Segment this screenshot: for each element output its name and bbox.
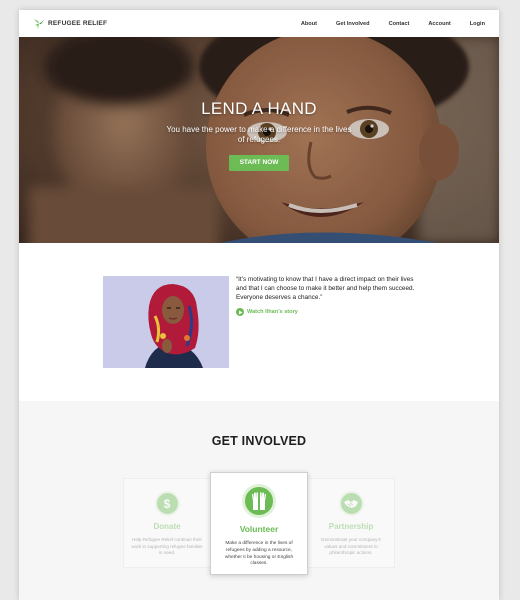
nav-link-contact[interactable]: Contact <box>389 21 410 27</box>
handshake-icon <box>338 491 364 516</box>
volunteer-desc: Make a difference in the lives of refuge… <box>224 541 294 567</box>
donate-title: Donate <box>153 522 181 531</box>
brand-logo[interactable]: REFUGEE RELIEF <box>33 18 107 30</box>
play-icon <box>236 308 244 316</box>
start-now-button[interactable]: START NOW <box>229 155 289 171</box>
nav-links: About Get Involved Contact Account Login <box>282 21 485 27</box>
raised-hands-icon <box>242 484 276 518</box>
hero-title: LEND A HAND <box>201 99 317 118</box>
partnership-title: Partnership <box>328 522 374 531</box>
volunteer-title: Volunteer <box>239 524 279 534</box>
partnership-card[interactable]: Partnership Demonstrate your company’s v… <box>307 478 395 568</box>
nav-link-login[interactable]: Login <box>470 21 485 27</box>
page-frame: REFUGEE RELIEF About Get Involved Contac… <box>19 10 499 600</box>
watch-story-link[interactable]: Watch Ilhan’s story <box>236 308 298 316</box>
volunteer-card[interactable]: Volunteer Make a difference in the lives… <box>210 472 308 575</box>
testimonial-photo <box>103 276 229 368</box>
get-involved-section: GET INVOLVED $ Donate Help Refugee Relie… <box>19 401 499 600</box>
testimonial-quote: “It’s motivating to know that I have a d… <box>236 276 415 301</box>
hero-content: LEND A HAND You have the power to make a… <box>19 99 499 171</box>
top-nav: REFUGEE RELIEF About Get Involved Contac… <box>19 10 499 37</box>
leaf-logo-icon <box>34 18 44 29</box>
partnership-desc: Demonstrate your company’s values and co… <box>321 537 381 555</box>
hero-banner: LEND A HAND You have the power to make a… <box>19 37 499 243</box>
svg-text:$: $ <box>164 497 171 511</box>
dollar-icon: $ <box>154 491 180 516</box>
hero-subtitle: You have the power to make a difference … <box>166 125 352 144</box>
watch-story-label: Watch Ilhan’s story <box>247 309 298 315</box>
nav-link-get-involved[interactable]: Get Involved <box>336 21 370 27</box>
nav-link-about[interactable]: About <box>301 21 317 27</box>
brand-name: REFUGEE RELIEF <box>48 20 108 27</box>
donate-card[interactable]: $ Donate Help Refugee Relief continue th… <box>123 478 211 568</box>
testimonial-section: “It’s motivating to know that I have a d… <box>19 243 499 401</box>
nav-link-account[interactable]: Account <box>428 21 450 27</box>
donate-desc: Help Refugee Relief continue their work … <box>131 537 203 555</box>
get-involved-title: GET INVOLVED <box>211 434 307 448</box>
